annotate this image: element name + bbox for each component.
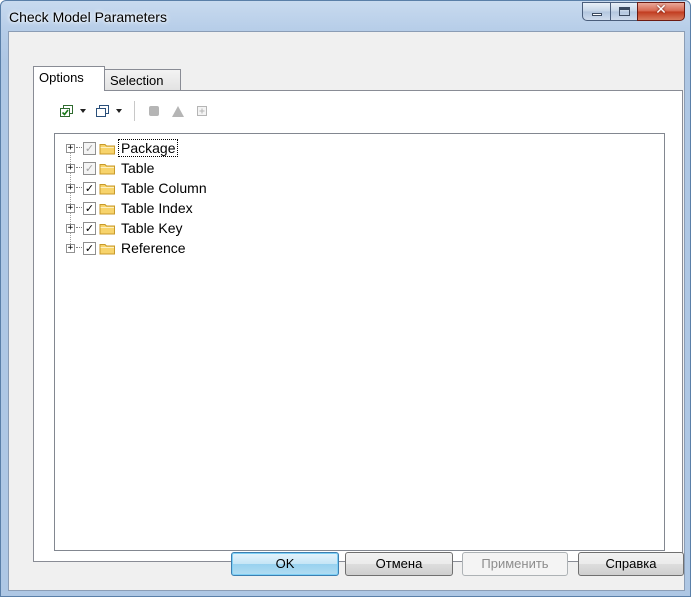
tab-options-label: Options xyxy=(39,70,84,85)
expand-icon[interactable]: + xyxy=(66,243,75,253)
stop-icon xyxy=(149,105,159,116)
ok-button[interactable]: OK xyxy=(231,552,339,576)
select-all-dropdown[interactable] xyxy=(60,104,86,118)
tree-connector xyxy=(76,247,82,249)
tab-selection-label: Selection xyxy=(110,73,164,88)
folder-icon xyxy=(99,203,115,214)
expand-all-button[interactable] xyxy=(195,105,209,118)
apply-button[interactable]: Применить xyxy=(462,552,568,576)
folder-icon xyxy=(99,183,115,194)
checkbox[interactable]: ✓ xyxy=(83,161,96,175)
help-button[interactable]: Справка xyxy=(578,552,684,576)
folder-icon xyxy=(99,223,115,234)
tree-item-label: Table Key xyxy=(121,220,183,236)
checkbox[interactable]: ✓ xyxy=(83,241,96,255)
toolbar xyxy=(60,101,219,121)
tree-connector xyxy=(76,167,82,169)
tree-item-label: Table Column xyxy=(121,180,207,196)
tree-item-label: Table xyxy=(121,160,155,176)
tree-connector xyxy=(76,147,82,149)
maximize-icon xyxy=(619,7,630,16)
deselect-all-icon xyxy=(96,104,109,117)
checkbox[interactable]: ✓ xyxy=(83,141,96,155)
tree-item-label: Package xyxy=(117,139,179,157)
tab-selection[interactable]: Selection xyxy=(105,69,181,90)
stop-button[interactable] xyxy=(147,105,161,118)
title-bar[interactable]: Check Model Parameters ✕ xyxy=(1,1,690,31)
toolbar-separator xyxy=(134,101,135,121)
chevron-down-icon xyxy=(80,109,86,113)
tree-item-label: Table Index xyxy=(121,200,193,216)
warning-button[interactable] xyxy=(171,105,185,118)
chevron-down-icon xyxy=(116,109,122,113)
tree-item[interactable]: + ✓ Package xyxy=(66,138,179,158)
minimize-button[interactable] xyxy=(582,2,610,21)
folder-icon xyxy=(99,163,115,174)
select-all-icon xyxy=(60,104,73,117)
checkbox[interactable]: ✓ xyxy=(83,201,96,215)
tree-item[interactable]: + ✓ Reference xyxy=(66,238,188,258)
tree-connector xyxy=(76,207,82,209)
tree-item[interactable]: + ✓ Table Key xyxy=(66,218,184,238)
caption-buttons: ✕ xyxy=(582,2,685,21)
cancel-button[interactable]: Отмена xyxy=(345,552,453,576)
minimize-icon xyxy=(592,13,602,16)
expand-icon[interactable]: + xyxy=(66,163,75,173)
options-tab-panel: + ✓ Package + ✓ Table + ✓ Table Column +… xyxy=(33,90,683,562)
maximize-button[interactable] xyxy=(610,2,637,21)
expand-icon[interactable]: + xyxy=(66,183,75,193)
checkbox[interactable]: ✓ xyxy=(83,221,96,235)
tree-item-label: Reference xyxy=(121,240,186,256)
folder-icon xyxy=(99,243,115,254)
checkbox[interactable]: ✓ xyxy=(83,181,96,195)
tree-item[interactable]: + ✓ Table Index xyxy=(66,198,195,218)
close-button[interactable]: ✕ xyxy=(637,2,685,21)
folder-icon xyxy=(99,143,115,154)
expand-icon[interactable]: + xyxy=(66,223,75,233)
tree-connector xyxy=(76,227,82,229)
expand-icon[interactable]: + xyxy=(66,203,75,213)
category-tree[interactable]: + ✓ Package + ✓ Table + ✓ Table Column +… xyxy=(54,133,665,551)
deselect-all-dropdown[interactable] xyxy=(96,104,122,118)
tab-options[interactable]: Options xyxy=(33,66,105,91)
close-icon: ✕ xyxy=(655,2,667,18)
window-title: Check Model Parameters xyxy=(9,9,167,25)
expand-icon[interactable]: + xyxy=(66,143,75,153)
expand-all-icon xyxy=(197,105,207,116)
tree-item[interactable]: + ✓ Table xyxy=(66,158,156,178)
tree-item[interactable]: + ✓ Table Column xyxy=(66,178,209,198)
warning-icon xyxy=(172,105,184,117)
tree-connector xyxy=(76,187,82,189)
